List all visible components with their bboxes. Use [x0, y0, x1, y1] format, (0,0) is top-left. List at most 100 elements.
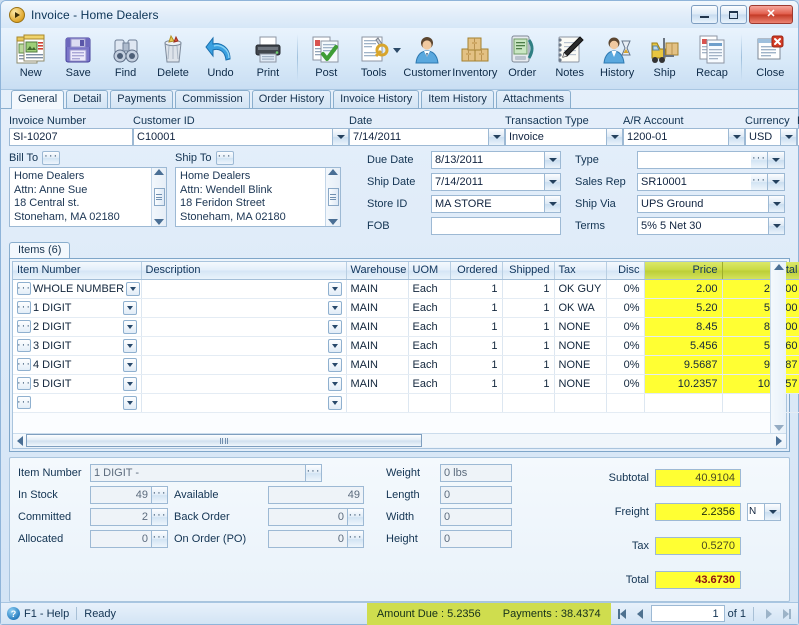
cell-warehouse[interactable] [346, 393, 409, 413]
items-grid-vertical-scrollbar[interactable] [770, 262, 786, 433]
ar-account-combo[interactable]: 1200-01 [623, 128, 745, 146]
help-label[interactable]: F1 - Help [24, 608, 69, 620]
cell-uom[interactable]: Each [408, 336, 451, 356]
chevron-down-icon[interactable] [728, 128, 745, 146]
table-row[interactable]: ··· 4 DIGIT MAIN Each 1 1 NONE 0% 9.5687 [13, 355, 799, 375]
allocated-lookup-button[interactable]: ··· [151, 529, 168, 548]
toolbar-notes-button[interactable]: Notes [546, 30, 593, 79]
cell-tax[interactable]: NONE [554, 355, 607, 375]
scrollbar-thumb[interactable] [153, 188, 165, 206]
row-lookup-icon[interactable]: ··· [17, 377, 31, 390]
row-lookup-icon[interactable]: ··· [17, 320, 31, 333]
col-tax[interactable]: Tax [554, 262, 607, 280]
sales-rep-input[interactable]: SR10001 [637, 173, 751, 191]
cell-item-number[interactable]: ··· [13, 393, 142, 413]
toolbar-recap-button[interactable]: Recap [688, 30, 735, 79]
cell-ordered[interactable]: 1 [450, 355, 503, 375]
minimize-button[interactable] [691, 5, 718, 24]
scroll-up-icon[interactable] [328, 169, 338, 175]
previous-record-button[interactable] [633, 606, 648, 622]
cell-price[interactable]: 5.20 [644, 298, 723, 318]
store-id-input[interactable]: MA STORE [431, 195, 544, 213]
last-record-button[interactable] [779, 606, 794, 622]
chevron-down-icon[interactable] [332, 128, 349, 146]
transaction-type-input[interactable]: Invoice [505, 128, 606, 146]
cell-price[interactable] [644, 393, 723, 413]
allocated-input[interactable]: 0 [90, 529, 151, 548]
detail-item-number-input[interactable]: 1 DIGIT - [90, 463, 305, 482]
cell-shipped[interactable]: 1 [502, 336, 555, 356]
table-row[interactable]: ··· 1 DIGIT MAIN Each 1 1 OK WA 0% 5.20 [13, 298, 799, 318]
cell-ordered[interactable]: 1 [450, 374, 503, 394]
cell-description[interactable] [141, 355, 347, 375]
sales-rep-combo[interactable]: SR10001 ··· [637, 173, 785, 191]
scroll-down-icon[interactable] [773, 424, 784, 431]
bill-to-address-box[interactable]: Home Dealers Attn: Anne Sue 18 Central s… [9, 167, 167, 227]
ship-date-input[interactable]: 7/14/2011 [431, 173, 544, 191]
chevron-down-icon[interactable] [606, 128, 623, 146]
chevron-down-icon[interactable] [126, 281, 140, 296]
cell-description[interactable] [141, 317, 347, 337]
chevron-down-icon[interactable] [122, 357, 137, 372]
cell-item-number[interactable]: ··· 5 DIGIT [13, 374, 142, 394]
cell-tax[interactable]: OK GUY [554, 279, 607, 299]
table-row[interactable]: ··· 3 DIGIT MAIN Each 1 1 NONE 0% 5.456 [13, 336, 799, 356]
cell-warehouse[interactable]: MAIN [346, 298, 409, 318]
cell-item-number[interactable]: ··· 1 DIGIT [13, 298, 142, 318]
cell-shipped[interactable]: 1 [502, 317, 555, 337]
cell-price[interactable]: 9.5687 [644, 355, 723, 375]
row-lookup-icon[interactable]: ··· [17, 282, 31, 295]
cell-ordered[interactable]: 1 [450, 279, 503, 299]
cell-uom[interactable]: Each [408, 374, 451, 394]
cell-disc[interactable] [606, 393, 645, 413]
chevron-down-icon[interactable] [488, 128, 505, 146]
weight-input[interactable]: 0 lbs [440, 463, 512, 482]
cell-item-number[interactable]: ··· 2 DIGIT [13, 317, 142, 337]
chevron-down-icon[interactable] [122, 338, 137, 353]
due-date-input[interactable]: 8/13/2011 [431, 151, 544, 169]
chevron-down-icon[interactable] [327, 300, 342, 315]
committed-lookup-button[interactable]: ··· [151, 507, 168, 526]
col-uom[interactable]: UOM [408, 262, 451, 280]
toolbar-customer-button[interactable]: Customer [403, 30, 451, 79]
toolbar-find-button[interactable]: Find [102, 30, 149, 79]
cell-description[interactable] [141, 298, 347, 318]
table-row[interactable]: ···5 DIGIT MAIN Each 1 1 NONE 0% 10.235 [13, 374, 799, 394]
due-date-combo[interactable]: 8/13/2011 [431, 151, 561, 169]
cell-disc[interactable]: 0% [606, 336, 645, 356]
customer-id-input[interactable]: C10001 [133, 128, 332, 146]
cell-total[interactable] [722, 393, 799, 413]
chevron-down-icon[interactable] [544, 151, 561, 169]
type-lookup-button[interactable]: ··· [751, 151, 768, 169]
cell-shipped[interactable]: 1 [502, 298, 555, 318]
cell-warehouse[interactable]: MAIN [346, 317, 409, 337]
cell-tax[interactable] [554, 393, 607, 413]
allocated-combo[interactable]: 0 ··· [90, 529, 168, 548]
chevron-down-icon[interactable] [122, 395, 137, 410]
cell-warehouse[interactable]: MAIN [346, 279, 409, 299]
cell-description[interactable] [141, 393, 347, 413]
in-stock-input[interactable]: 49 [90, 485, 151, 504]
scroll-down-icon[interactable] [328, 219, 338, 225]
tab-order-history[interactable]: Order History [251, 90, 332, 108]
fob-input[interactable] [431, 217, 561, 235]
chevron-down-icon[interactable] [764, 503, 781, 522]
length-input[interactable]: 0 [440, 485, 512, 504]
height-input[interactable]: 0 [440, 529, 512, 548]
cell-uom[interactable]: Each [408, 355, 451, 375]
in-stock-lookup-button[interactable]: ··· [151, 485, 168, 504]
tab-item-history[interactable]: Item History [421, 90, 494, 108]
back-order-input[interactable]: 0 [268, 507, 347, 526]
chevron-down-icon[interactable] [544, 173, 561, 191]
currency-combo[interactable]: USD [745, 128, 797, 146]
ship-to-address-box[interactable]: Home Dealers Attn: Wendell Blink 18 Feri… [175, 167, 341, 227]
tools-dropdown-caret-icon[interactable] [393, 48, 402, 53]
cell-uom[interactable] [408, 393, 451, 413]
next-record-button[interactable] [761, 606, 776, 622]
committed-combo[interactable]: 2 ··· [90, 507, 168, 526]
items-tab[interactable]: Items (6) [9, 242, 71, 258]
cell-ordered[interactable]: 1 [450, 317, 503, 337]
cell-description[interactable] [141, 336, 347, 356]
ship-to-scrollbar[interactable] [325, 168, 340, 226]
chevron-down-icon[interactable] [327, 395, 342, 410]
